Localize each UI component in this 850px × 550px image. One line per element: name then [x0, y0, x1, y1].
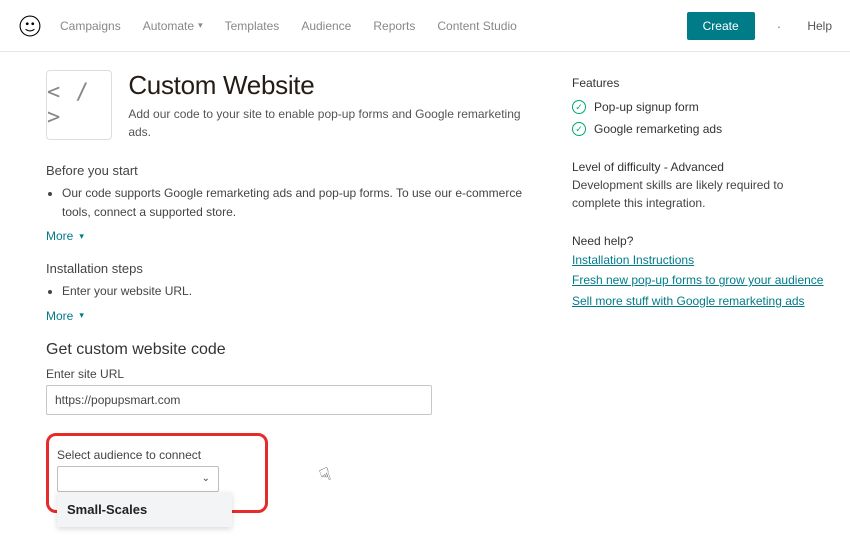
help-link-popup-forms[interactable]: Fresh new pop-up forms to grow your audi… [572, 270, 832, 290]
create-button[interactable]: Create [687, 12, 755, 40]
before-start-title: Before you start [46, 163, 524, 178]
installation-bullet: Enter your website URL. [62, 282, 524, 301]
installation-title: Installation steps [46, 261, 524, 276]
help-link[interactable]: Help [807, 19, 832, 33]
chevron-down-icon: ▾ [198, 20, 203, 31]
nav-audience[interactable]: Audience [301, 19, 351, 33]
code-icon: < / > [46, 70, 112, 140]
more-label: More [46, 309, 73, 323]
url-label: Enter site URL [46, 367, 524, 381]
feature-row: ✓ Google remarketing ads [572, 120, 832, 138]
highlight-box: Select audience to connect ⌄ Small-Scale… [46, 433, 268, 513]
top-nav: Campaigns Automate ▾ Templates Audience R… [0, 0, 850, 52]
help-link-remarketing[interactable]: Sell more stuff with Google remarketing … [572, 291, 832, 311]
nav-reports[interactable]: Reports [373, 19, 415, 33]
features-title: Features [572, 74, 832, 92]
chevron-down-icon: ▾ [79, 231, 84, 242]
feature-row: ✓ Pop-up signup form [572, 98, 832, 116]
nav-content-studio[interactable]: Content Studio [437, 19, 516, 33]
page-title: Custom Website [128, 70, 524, 101]
before-start-more[interactable]: More ▾ [46, 229, 84, 243]
page-subtitle: Add our code to your site to enable pop-… [128, 105, 524, 141]
get-code-heading: Get custom website code [46, 341, 524, 359]
chevron-down-icon: ▾ [79, 310, 84, 321]
audience-select[interactable]: ⌄ [57, 466, 219, 492]
profile-menu[interactable]: · [777, 18, 782, 34]
site-url-input[interactable] [46, 385, 432, 415]
check-icon: ✓ [572, 100, 586, 114]
logo[interactable] [18, 14, 42, 38]
more-label: More [46, 229, 73, 243]
difficulty-label: Level of difficulty - Advanced [572, 158, 832, 176]
feature-label: Google remarketing ads [594, 120, 722, 138]
audience-dropdown: Small-Scales [57, 492, 232, 527]
nav-automate-label: Automate [143, 19, 194, 33]
audience-option-small-scales[interactable]: Small-Scales [57, 492, 232, 527]
chevron-down-icon: ⌄ [202, 473, 210, 484]
help-title: Need help? [572, 232, 832, 250]
before-start-bullet: Our code supports Google remarketing ads… [62, 184, 524, 221]
feature-label: Pop-up signup form [594, 98, 699, 116]
nav-automate[interactable]: Automate ▾ [143, 19, 203, 33]
nav-templates[interactable]: Templates [225, 19, 280, 33]
nav-links: Campaigns Automate ▾ Templates Audience R… [60, 19, 517, 33]
installation-more[interactable]: More ▾ [46, 309, 84, 323]
help-link-instructions[interactable]: Installation Instructions [572, 250, 832, 270]
select-audience-label: Select audience to connect [57, 448, 255, 462]
nav-campaigns[interactable]: Campaigns [60, 19, 121, 33]
difficulty-body: Development skills are likely required t… [572, 176, 832, 212]
check-icon: ✓ [572, 122, 586, 136]
